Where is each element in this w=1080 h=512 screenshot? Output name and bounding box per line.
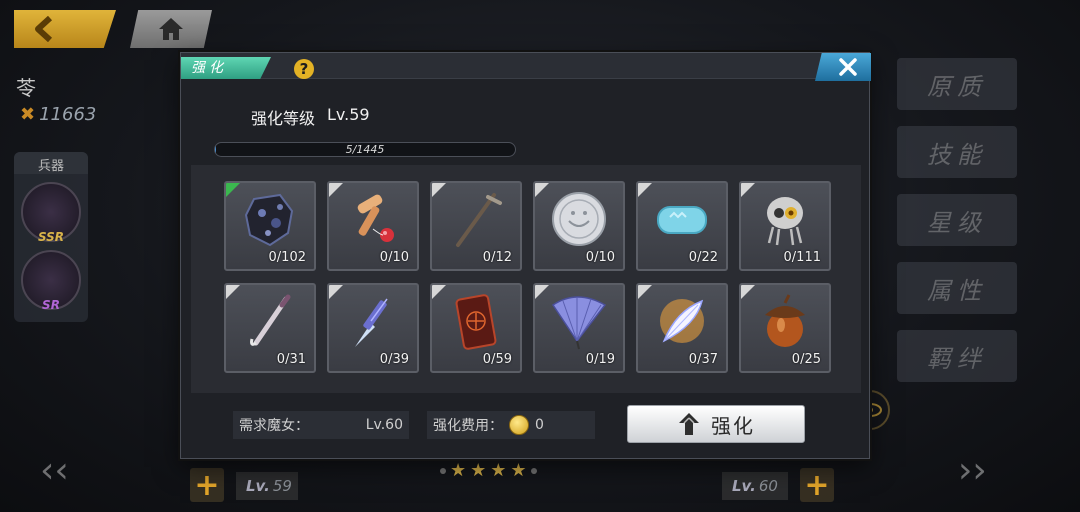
- material-slot-brush[interactable]: 0/31: [224, 283, 316, 373]
- star-icon: ★: [470, 460, 487, 481]
- material-slot-ore[interactable]: 0/102: [224, 181, 316, 271]
- acorn-icon: [765, 294, 805, 347]
- help-icon[interactable]: ?: [294, 59, 314, 79]
- enhance-dialog: 强化 ? 强化等级 Lv.59 5/1445 0/102 0/10 0/12 0…: [180, 52, 871, 459]
- enhance-level: 强化等级 Lv.59: [251, 105, 370, 129]
- talisman-box-icon: [455, 294, 497, 350]
- tab-stars[interactable]: 星级: [897, 194, 1017, 246]
- material-count: 0/22: [688, 250, 718, 265]
- material-slot-staff[interactable]: 0/12: [430, 181, 522, 271]
- star-dot: [440, 467, 446, 474]
- butterfly-knife-icon: [355, 298, 388, 347]
- left-level-value: 59: [272, 477, 292, 495]
- weapon-section-label: 兵器: [14, 152, 88, 174]
- next-arrow-icon[interactable]: ››: [958, 450, 987, 491]
- required-witch-level: 需求魔女： Lv.60: [233, 411, 409, 439]
- material-grid: 0/102 0/10 0/12 0/10 0/22 0/111 0/31 0/3…: [191, 165, 861, 393]
- material-count: 0/111: [783, 250, 821, 265]
- home-button[interactable]: [130, 10, 212, 48]
- enhance-cost: 强化费用： 0: [427, 411, 595, 439]
- left-level-badge: Lv. 59: [236, 472, 298, 500]
- enhance-arrow-icon: [679, 413, 699, 435]
- weapon-rank-badge: SSR: [37, 230, 65, 244]
- weapon-slot-sr[interactable]: SR: [21, 250, 81, 312]
- lv-prefix: Lv.: [732, 477, 756, 495]
- back-button[interactable]: [14, 10, 116, 48]
- skull-icon: [767, 197, 803, 246]
- requirement-value: Lv.60: [365, 417, 403, 433]
- soap-icon: [657, 206, 707, 234]
- silver-coin-icon: [552, 192, 606, 246]
- enhance-button[interactable]: 强化: [627, 405, 805, 443]
- material-slot-acorn[interactable]: 0/25: [739, 283, 831, 373]
- lv-prefix: Lv.: [246, 477, 270, 495]
- material-count: 0/31: [276, 352, 306, 367]
- star-icon: ★: [510, 460, 527, 481]
- material-count: 0/10: [379, 250, 409, 265]
- add-right-button[interactable]: +: [800, 468, 834, 503]
- material-count: 0/25: [791, 352, 821, 367]
- material-count: 0/19: [585, 352, 615, 367]
- close-button[interactable]: [815, 53, 871, 81]
- star-dot: [530, 467, 537, 474]
- add-left-button[interactable]: +: [190, 468, 224, 503]
- requirement-label: 需求魔女：: [239, 418, 309, 434]
- enhance-level-label: 强化等级: [251, 109, 316, 128]
- ore-icon: [244, 193, 294, 247]
- cost-value: 0: [535, 417, 544, 433]
- star-rating: ★ ★ ★ ★: [440, 460, 537, 481]
- character-name: 苓: [16, 76, 36, 100]
- brush-icon: [250, 294, 291, 346]
- material-slot-talisman-box[interactable]: 0/59: [430, 283, 522, 373]
- dialog-title-tab: 强化: [181, 57, 271, 79]
- enhance-button-label: 强化: [711, 413, 755, 438]
- right-level-badge: Lv. 60: [722, 472, 788, 500]
- power-display: ✖ 11663: [20, 104, 96, 125]
- feather-icon: [660, 299, 704, 343]
- material-slot-skull[interactable]: 0/111: [739, 181, 831, 271]
- material-count: 0/10: [585, 250, 615, 265]
- tab-origin[interactable]: 原质: [897, 58, 1017, 110]
- star-icon: ★: [450, 460, 467, 481]
- gold-coin-icon: [509, 415, 529, 435]
- power-value: 11663: [39, 104, 97, 125]
- material-count: 0/39: [379, 352, 409, 367]
- folding-fan-icon: [551, 296, 607, 350]
- weapon-rank-badge: SR: [42, 298, 60, 312]
- weapon-panel: 兵器 SSR SR: [14, 152, 88, 322]
- enhance-level-value: Lv.59: [327, 105, 370, 124]
- tab-bonds[interactable]: 羁绊: [897, 330, 1017, 382]
- home-icon: [159, 18, 183, 40]
- material-slot-butterfly-knife[interactable]: 0/39: [327, 283, 419, 373]
- tab-attributes[interactable]: 属性: [897, 262, 1017, 314]
- material-slot-silver-coin[interactable]: 0/10: [533, 181, 625, 271]
- previous-arrow-icon[interactable]: ‹‹: [40, 450, 69, 491]
- material-count: 0/37: [688, 352, 718, 367]
- material-slot-soap[interactable]: 0/22: [636, 181, 728, 271]
- material-slot-feather[interactable]: 0/37: [636, 283, 728, 373]
- weapon-slot-ssr[interactable]: SSR: [21, 182, 81, 244]
- material-count: 0/12: [482, 250, 512, 265]
- cost-label: 强化费用：: [433, 418, 503, 434]
- kendama-icon: [357, 194, 394, 242]
- power-icon: ✖: [20, 104, 36, 125]
- right-level-value: 60: [758, 477, 778, 495]
- back-arrow-icon: [35, 16, 53, 42]
- close-icon: [839, 58, 857, 76]
- material-slot-folding-fan[interactable]: 0/19: [533, 283, 625, 373]
- material-count: 0/102: [268, 250, 306, 265]
- staff-icon: [456, 193, 502, 247]
- star-icon: ★: [490, 460, 507, 481]
- enhance-progress-bar: 5/1445: [214, 142, 516, 157]
- material-count: 0/59: [482, 352, 512, 367]
- tab-skills[interactable]: 技能: [897, 126, 1017, 178]
- progress-text: 5/1445: [345, 143, 385, 156]
- material-slot-kendama[interactable]: 0/10: [327, 181, 419, 271]
- dialog-header: [181, 53, 869, 79]
